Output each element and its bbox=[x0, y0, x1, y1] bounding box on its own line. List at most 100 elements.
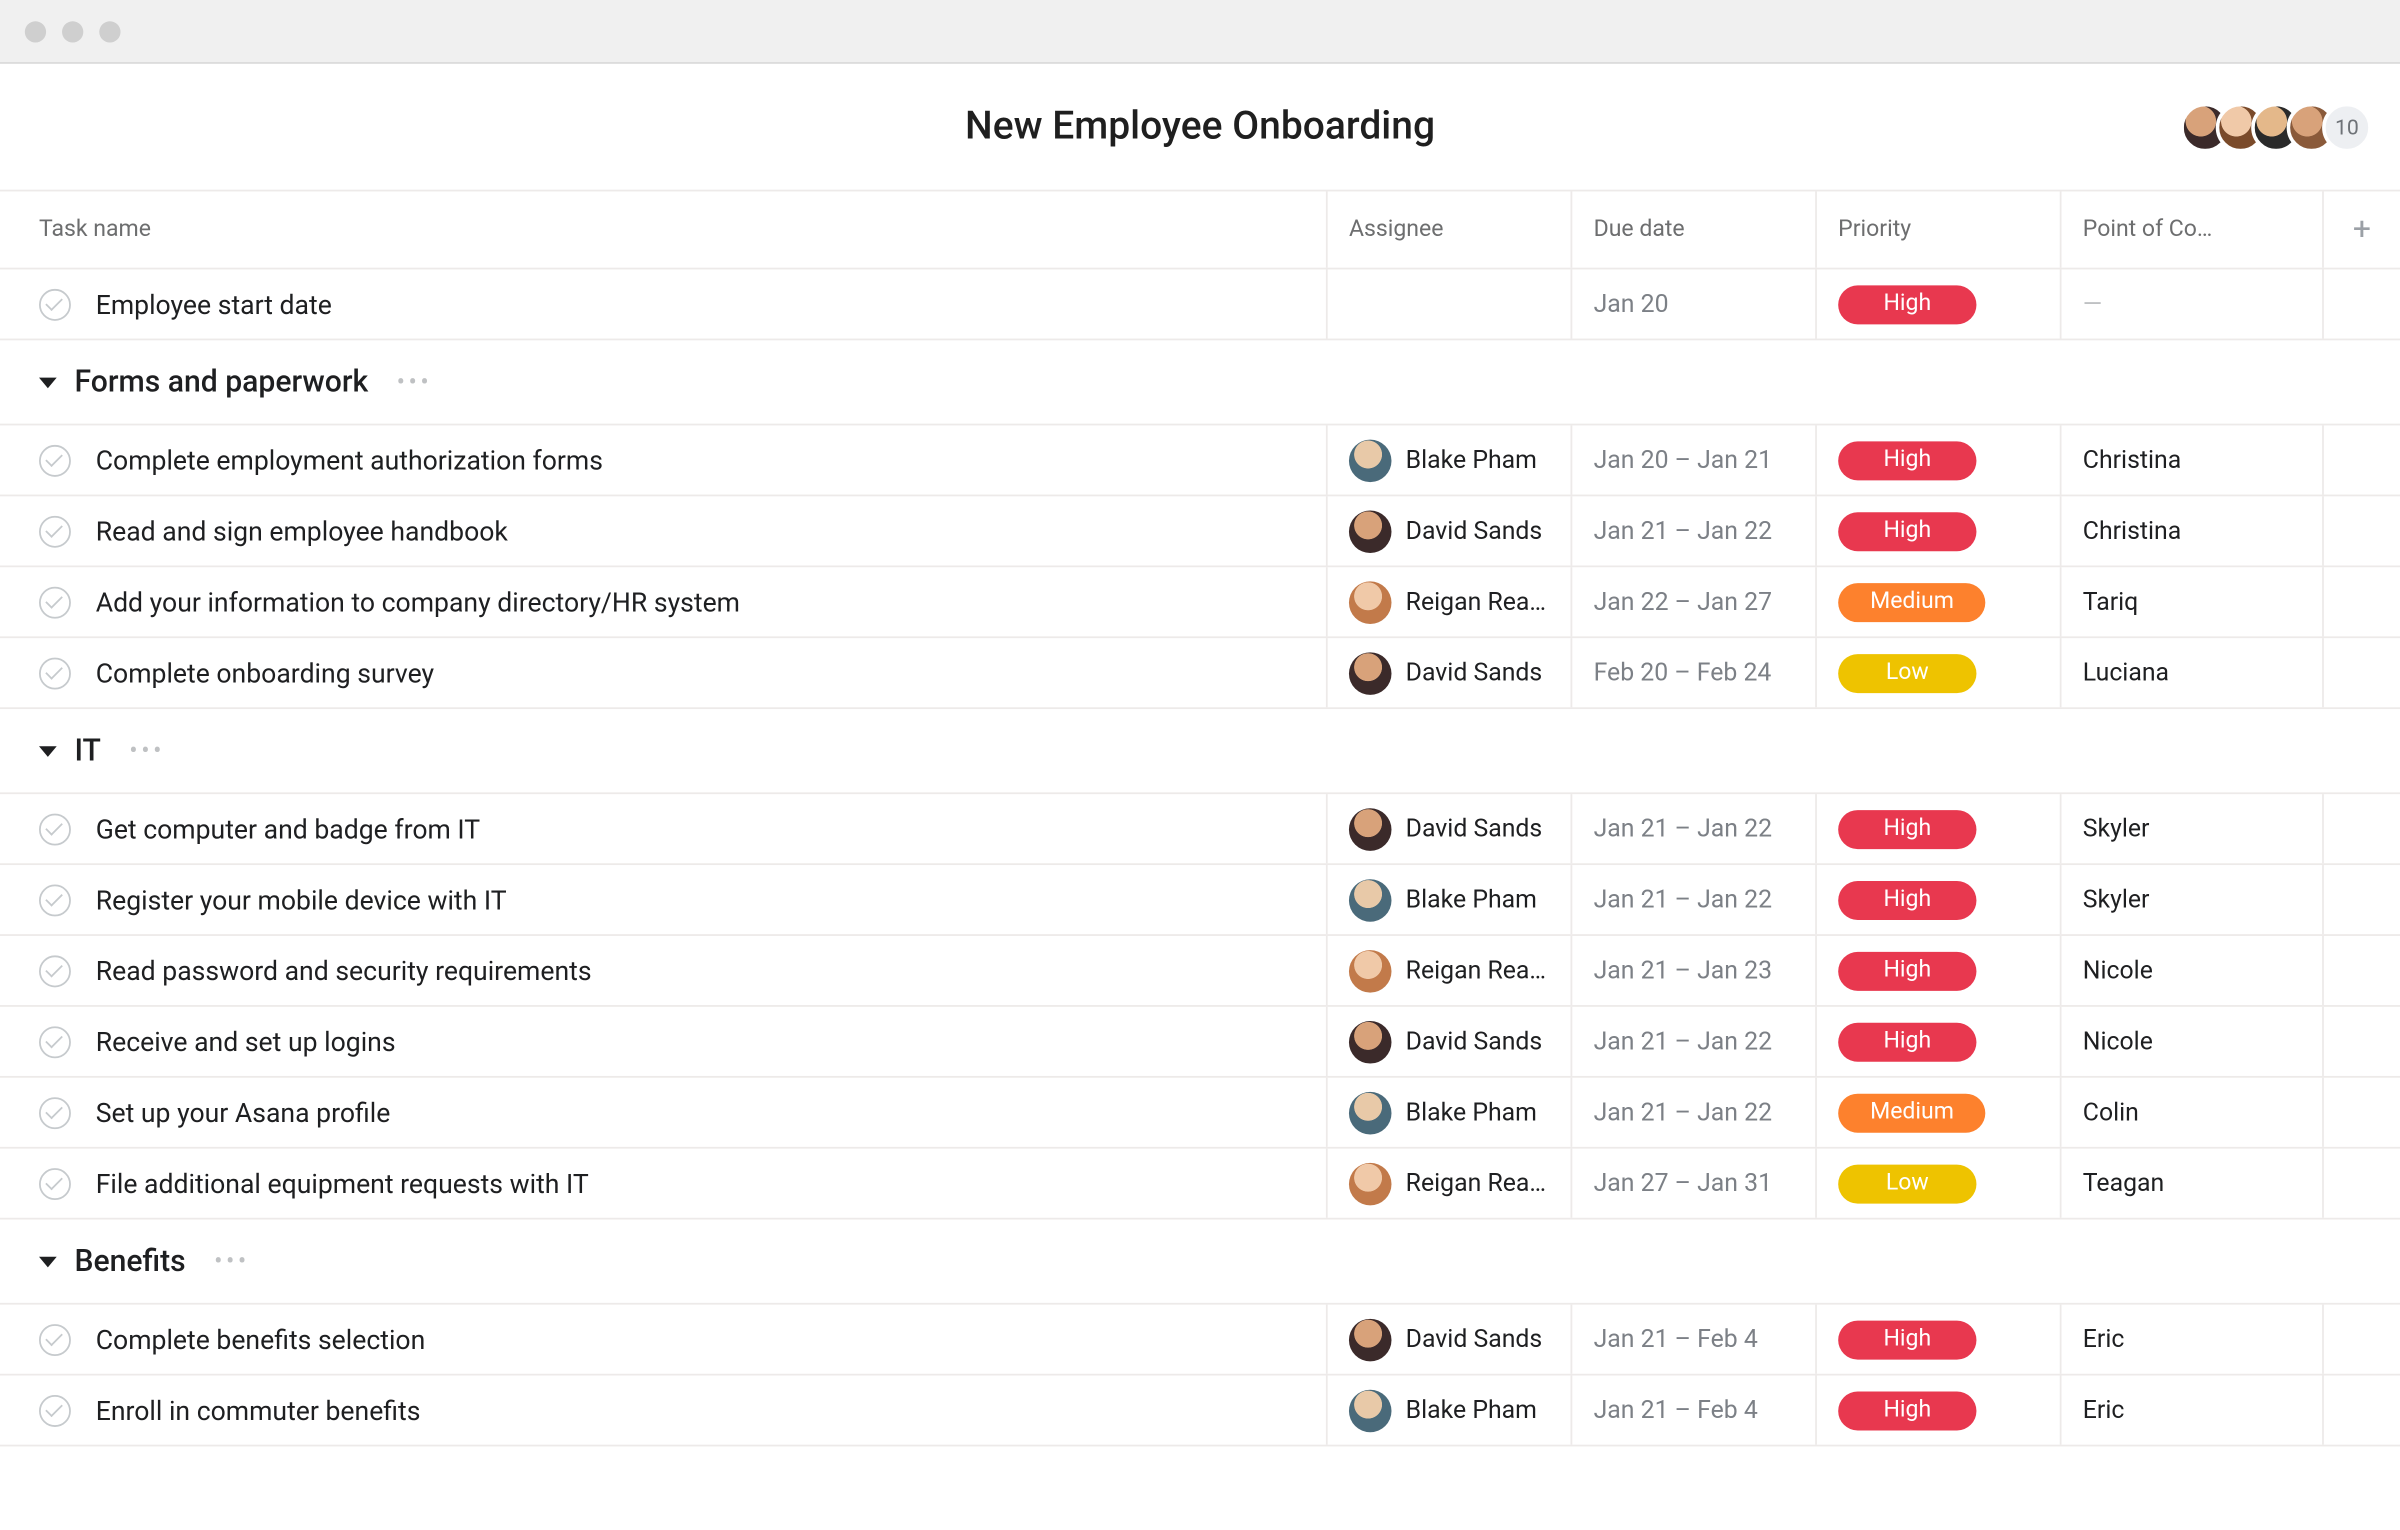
complete-task-icon[interactable] bbox=[39, 1025, 71, 1057]
task-row[interactable]: Receive and set up logins David Sands Ja… bbox=[0, 1007, 2400, 1078]
priority-cell[interactable]: High bbox=[1815, 936, 2060, 1005]
task-row[interactable]: Register your mobile device with IT Blak… bbox=[0, 865, 2400, 936]
section-caret-icon[interactable] bbox=[39, 745, 57, 756]
priority-cell[interactable]: High bbox=[1815, 425, 2060, 494]
task-row[interactable]: Get computer and badge from IT David San… bbox=[0, 794, 2400, 865]
complete-task-icon[interactable] bbox=[39, 1394, 71, 1426]
complete-task-icon[interactable] bbox=[39, 515, 71, 547]
task-row[interactable]: File additional equipment requests with … bbox=[0, 1149, 2400, 1220]
due-date-cell[interactable]: Jan 21 – Jan 22 bbox=[1571, 865, 1816, 934]
due-date-cell[interactable]: Jan 21 – Feb 4 bbox=[1571, 1305, 1816, 1374]
due-date-cell[interactable]: Jan 20 bbox=[1571, 269, 1816, 338]
assignee-cell[interactable]: David Sands bbox=[1326, 794, 1571, 863]
due-date-cell[interactable]: Jan 21 – Jan 22 bbox=[1571, 1078, 1816, 1147]
window-close-icon[interactable] bbox=[25, 20, 46, 41]
task-row[interactable]: Set up your Asana profile Blake Pham Jan… bbox=[0, 1078, 2400, 1149]
poc-cell[interactable]: Eric bbox=[2060, 1376, 2322, 1445]
column-header-poc[interactable]: Point of Co… bbox=[2060, 191, 2322, 267]
priority-cell[interactable]: High bbox=[1815, 865, 2060, 934]
section-more-icon[interactable]: ••• bbox=[397, 368, 433, 396]
priority-cell[interactable]: High bbox=[1815, 1376, 2060, 1445]
poc-cell[interactable]: — bbox=[2060, 269, 2322, 338]
assignee-cell[interactable]: David Sands bbox=[1326, 1305, 1571, 1374]
poc-cell[interactable]: Nicole bbox=[2060, 936, 2322, 1005]
poc-cell[interactable]: Tariq bbox=[2060, 567, 2322, 636]
section-header[interactable]: IT ••• bbox=[0, 709, 2400, 794]
add-column-button[interactable]: + bbox=[2322, 191, 2400, 267]
assignee-cell[interactable]: Reigan Rea… bbox=[1326, 936, 1571, 1005]
due-date-cell[interactable]: Jan 21 – Jan 22 bbox=[1571, 794, 1816, 863]
due-date-cell[interactable]: Feb 20 – Feb 24 bbox=[1571, 638, 1816, 707]
assignee-cell[interactable] bbox=[1326, 269, 1571, 338]
window-zoom-icon[interactable] bbox=[99, 20, 120, 41]
due-date-cell[interactable]: Jan 27 – Jan 31 bbox=[1571, 1149, 1816, 1218]
complete-task-icon[interactable] bbox=[39, 955, 71, 987]
poc-cell[interactable]: Nicole bbox=[2060, 1007, 2322, 1076]
section-caret-icon[interactable] bbox=[39, 377, 57, 388]
task-row[interactable]: Read and sign employee handbook David Sa… bbox=[0, 496, 2400, 567]
assignee-cell[interactable]: Blake Pham bbox=[1326, 865, 1571, 934]
poc-cell[interactable]: Eric bbox=[2060, 1305, 2322, 1374]
task-name: Get computer and badge from IT bbox=[96, 813, 480, 845]
poc-cell[interactable]: Skyler bbox=[2060, 865, 2322, 934]
due-date-cell[interactable]: Jan 21 – Jan 22 bbox=[1571, 496, 1816, 565]
complete-task-icon[interactable] bbox=[39, 1323, 71, 1355]
column-header-priority[interactable]: Priority bbox=[1815, 191, 2060, 267]
project-members[interactable]: 10 bbox=[2180, 102, 2371, 152]
task-row[interactable]: Add your information to company director… bbox=[0, 567, 2400, 638]
due-date-cell[interactable]: Jan 22 – Jan 27 bbox=[1571, 567, 1816, 636]
complete-task-icon[interactable] bbox=[39, 288, 71, 320]
priority-cell[interactable]: High bbox=[1815, 269, 2060, 338]
priority-cell[interactable]: High bbox=[1815, 1007, 2060, 1076]
assignee-cell[interactable]: Reigan Rea… bbox=[1326, 1149, 1571, 1218]
member-overflow-count[interactable]: 10 bbox=[2322, 102, 2372, 152]
due-date-cell[interactable]: Jan 21 – Jan 23 bbox=[1571, 936, 1816, 1005]
complete-task-icon[interactable] bbox=[39, 813, 71, 845]
poc-cell[interactable]: Teagan bbox=[2060, 1149, 2322, 1218]
complete-task-icon[interactable] bbox=[39, 586, 71, 618]
column-header-assignee[interactable]: Assignee bbox=[1326, 191, 1571, 267]
complete-task-icon[interactable] bbox=[39, 657, 71, 689]
assignee-cell[interactable]: David Sands bbox=[1326, 496, 1571, 565]
poc-cell[interactable]: Luciana bbox=[2060, 638, 2322, 707]
section-header[interactable]: Benefits ••• bbox=[0, 1220, 2400, 1305]
complete-task-icon[interactable] bbox=[39, 884, 71, 916]
due-date-cell[interactable]: Jan 20 – Jan 21 bbox=[1571, 425, 1816, 494]
complete-task-icon[interactable] bbox=[39, 1167, 71, 1199]
column-header-task[interactable]: Task name bbox=[0, 191, 1326, 267]
assignee-cell[interactable]: Blake Pham bbox=[1326, 1376, 1571, 1445]
task-row[interactable]: Complete employment authorization forms … bbox=[0, 425, 2400, 496]
due-date-cell[interactable]: Jan 21 – Feb 4 bbox=[1571, 1376, 1816, 1445]
assignee-cell[interactable]: Reigan Rea… bbox=[1326, 567, 1571, 636]
complete-task-icon[interactable] bbox=[39, 444, 71, 476]
priority-cell[interactable]: Low bbox=[1815, 1149, 2060, 1218]
task-row[interactable]: Read password and security requirements … bbox=[0, 936, 2400, 1007]
poc-cell[interactable]: Christina bbox=[2060, 496, 2322, 565]
window-minimize-icon[interactable] bbox=[62, 20, 83, 41]
priority-cell[interactable]: High bbox=[1815, 1305, 2060, 1374]
assignee-cell[interactable]: David Sands bbox=[1326, 1007, 1571, 1076]
assignee-cell[interactable]: Blake Pham bbox=[1326, 425, 1571, 494]
priority-cell[interactable]: Medium bbox=[1815, 567, 2060, 636]
section-header[interactable]: Forms and paperwork ••• bbox=[0, 340, 2400, 425]
poc-cell[interactable]: Colin bbox=[2060, 1078, 2322, 1147]
section-more-icon[interactable]: ••• bbox=[214, 1247, 250, 1275]
section-caret-icon[interactable] bbox=[39, 1256, 57, 1267]
poc-cell[interactable]: Christina bbox=[2060, 425, 2322, 494]
column-header-due[interactable]: Due date bbox=[1571, 191, 1816, 267]
priority-cell[interactable]: Medium bbox=[1815, 1078, 2060, 1147]
task-row[interactable]: Enroll in commuter benefits Blake Pham J… bbox=[0, 1376, 2400, 1447]
complete-task-icon[interactable] bbox=[39, 1096, 71, 1128]
due-date-cell[interactable]: Jan 21 – Jan 22 bbox=[1571, 1007, 1816, 1076]
poc-cell[interactable]: Skyler bbox=[2060, 794, 2322, 863]
section-more-icon[interactable]: ••• bbox=[129, 737, 165, 765]
assignee-avatar bbox=[1349, 651, 1392, 694]
assignee-cell[interactable]: David Sands bbox=[1326, 638, 1571, 707]
task-row[interactable]: Complete onboarding survey David Sands F… bbox=[0, 638, 2400, 709]
task-row[interactable]: Complete benefits selection David Sands … bbox=[0, 1305, 2400, 1376]
priority-cell[interactable]: High bbox=[1815, 496, 2060, 565]
priority-cell[interactable]: Low bbox=[1815, 638, 2060, 707]
priority-cell[interactable]: High bbox=[1815, 794, 2060, 863]
assignee-cell[interactable]: Blake Pham bbox=[1326, 1078, 1571, 1147]
task-row[interactable]: Employee start date Jan 20 High — bbox=[0, 269, 2400, 340]
